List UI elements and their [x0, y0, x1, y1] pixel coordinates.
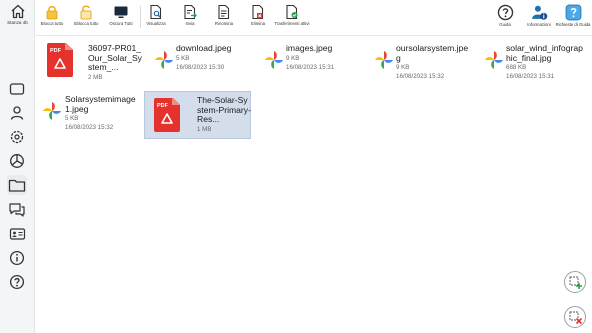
- send-button[interactable]: Invia: [171, 4, 209, 26]
- file-size: 9 KB: [286, 54, 300, 62]
- file-size: 688 KB: [506, 64, 527, 71]
- file-tile-selected[interactable]: PDF The-Solar-System-Primary-Res... 1 MB: [144, 91, 251, 139]
- file-size: 2 MB: [88, 73, 103, 81]
- file-name: Solarsystemimage1.jpeg: [65, 94, 136, 114]
- rail-item-chat[interactable]: [7, 199, 27, 219]
- unlock-icon: [80, 5, 92, 20]
- lock-all-button[interactable]: Blocca tutto: [33, 4, 71, 26]
- file-size: 5 KB: [65, 115, 79, 122]
- remove-item-button[interactable]: [564, 306, 586, 328]
- home-button[interactable]: Stanza 4b: [0, 4, 35, 25]
- file-size: 1 MB: [197, 125, 212, 133]
- user-info-icon: [531, 5, 547, 20]
- document-send-icon: [184, 4, 197, 20]
- delete-label: Elimina: [250, 21, 266, 26]
- rename-label: Rinomina: [214, 21, 234, 26]
- file-date: 16/08/2023 15:31: [506, 73, 555, 80]
- chat-bubbles-icon: [9, 203, 25, 217]
- file-tile[interactable]: download.jpeg 5 KB 16/08/2023 15:30: [148, 40, 253, 86]
- document-rename-icon: [218, 4, 230, 20]
- file-tile[interactable]: oursolarsystem.jpeg 9 KB 16/08/2023 15:3…: [368, 40, 473, 86]
- file-grid: PDF 36097-PR01_Our_Solar_System_... 2 MB…: [35, 36, 592, 333]
- square-icon: [9, 83, 25, 95]
- view-button[interactable]: Visualizza: [137, 4, 175, 26]
- home-label: Stanza 4b: [7, 20, 28, 25]
- document-delete-icon: [252, 4, 264, 20]
- frame-add-icon: [569, 276, 582, 289]
- help-icon: [9, 274, 25, 290]
- person-outline-icon: [10, 106, 24, 120]
- info-icon: [9, 250, 25, 266]
- rail-item-user[interactable]: [7, 103, 27, 123]
- left-rail: Stanza 4b: [0, 0, 35, 333]
- rename-button[interactable]: Rinomina: [205, 4, 243, 26]
- gear-icon: [10, 130, 24, 144]
- rail-item-stats[interactable]: [7, 151, 27, 171]
- send-label: Invia: [185, 21, 195, 26]
- google-photos-icon: [261, 43, 287, 77]
- file-name: solar_wind_infographic_final.jpg: [506, 43, 583, 63]
- lock-icon: [46, 6, 58, 20]
- file-date: 16/08/2023 15:32: [65, 124, 114, 131]
- lock-all-label: Blocca tutto: [40, 21, 64, 26]
- toolbar: Blocca tutto Sblocca tutto Oscura Tutti …: [35, 0, 592, 36]
- monitor-dark-icon: [114, 6, 128, 18]
- rail-item-settings[interactable]: [7, 127, 27, 147]
- guide-label: Guida: [499, 22, 511, 27]
- document-search-icon: [150, 4, 162, 20]
- file-size: 5 KB: [176, 54, 190, 62]
- rail-item-help[interactable]: [7, 272, 27, 292]
- google-photos-icon: [39, 94, 65, 128]
- id-card-icon: [9, 228, 25, 240]
- unlock-all-button[interactable]: Sblocca tutto: [67, 4, 105, 26]
- darken-all-button[interactable]: Oscura Tutti: [102, 4, 140, 26]
- file-tile[interactable]: Solarsystemimage1.jpeg 5 KB 16/08/2023 1…: [36, 91, 141, 137]
- file-name: oursolarsystem.jpeg: [396, 43, 469, 63]
- file-tile[interactable]: images.jpeg 9 KB 16/08/2023 15:31: [258, 40, 363, 86]
- unlock-all-label: Sblocca tutto: [73, 21, 99, 26]
- active-transfers-label: Trasferimenti attivi: [274, 21, 310, 26]
- file-name: 36097-PR01_Our_Solar_System_...: [88, 43, 142, 72]
- active-transfers-button[interactable]: Trasferimenti attivi: [273, 4, 311, 26]
- file-name: images.jpeg: [286, 43, 333, 53]
- file-date: 16/08/2023 15:30: [176, 63, 225, 71]
- darken-all-label: Oscura Tutti: [109, 21, 133, 26]
- information-button[interactable]: Informazioni: [520, 4, 558, 27]
- document-check-icon: [286, 4, 298, 20]
- guide-requests-label: Richieste di Guida: [555, 22, 591, 27]
- file-date: 16/08/2023 15:32: [396, 73, 445, 80]
- google-photos-icon: [151, 43, 177, 77]
- google-photos-icon: [481, 43, 507, 77]
- file-name: The-Solar-System-Primary-Res...: [197, 95, 251, 124]
- file-date: 16/08/2023 15:31: [286, 63, 335, 71]
- file-tile[interactable]: solar_wind_infographic_final.jpg 688 KB …: [478, 40, 588, 86]
- pdf-file-icon: PDF: [154, 98, 180, 132]
- question-bubble-icon: [565, 4, 581, 21]
- folder-icon: [8, 179, 26, 192]
- file-name: download.jpeg: [176, 43, 232, 53]
- pdf-file-icon: PDF: [47, 43, 73, 77]
- rail-item-files[interactable]: [7, 175, 27, 195]
- guide-button[interactable]: Guida: [486, 4, 524, 27]
- rail-item-info[interactable]: [7, 248, 27, 268]
- google-photos-icon: [371, 43, 397, 77]
- file-tile[interactable]: PDF 36097-PR01_Our_Solar_System_... 2 MB: [44, 40, 146, 86]
- guide-requests-button[interactable]: Richieste di Guida: [554, 4, 592, 27]
- rail-item-contacts[interactable]: [7, 224, 27, 244]
- rail-item-screen[interactable]: [7, 79, 27, 99]
- pie-chart-icon: [10, 154, 24, 168]
- home-icon: [11, 4, 24, 19]
- add-item-button[interactable]: [564, 271, 586, 293]
- frame-remove-icon: [569, 311, 583, 325]
- information-label: Informazioni: [527, 22, 551, 27]
- delete-button[interactable]: Elimina: [239, 4, 277, 26]
- file-manager-app: Stanza 4b Blocca tutto Sblocca tutto Osc…: [0, 0, 592, 333]
- file-size: 9 KB: [396, 64, 410, 71]
- question-circle-icon: [497, 4, 513, 21]
- view-label: Visualizza: [146, 21, 166, 26]
